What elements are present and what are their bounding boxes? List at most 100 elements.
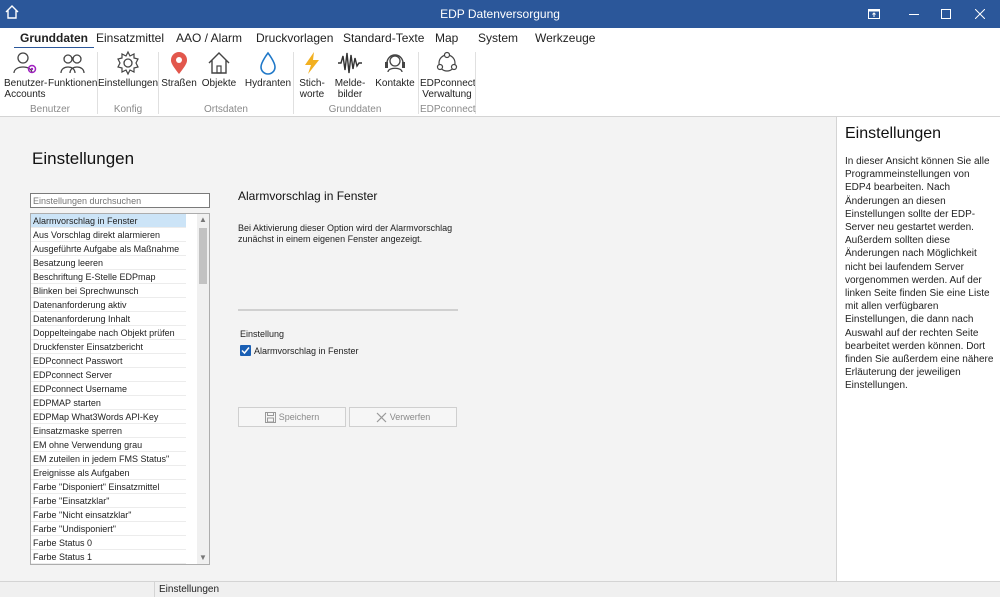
ribbon-separator [418,52,419,114]
ribbon-label: Hydranten [244,78,292,89]
stichworte-button[interactable]: Stich- worte [294,50,330,100]
ribbon-label: Objekte [201,78,237,89]
ribbon-label: bilder [337,89,363,100]
window-title: EDP Datenversorgung [440,7,560,21]
group-ortsdaten: Ortsdaten [204,104,248,115]
tab-werkzeuge[interactable]: Werkzeuge [535,31,595,45]
list-item[interactable]: Datenanforderung aktiv [31,298,186,312]
main-panel: Einstellungen Alarmvorschlag in FensterA… [0,117,836,581]
kontakte-button[interactable]: Kontakte [374,50,416,89]
list-item[interactable]: Ereignisse als Aufgaben [31,466,186,480]
funktionen-button[interactable]: Funktionen [48,50,98,89]
ribbon-label: Stich- [299,78,325,89]
status-separator [154,582,155,597]
detail-title: Alarmvorschlag in Fenster [238,189,378,203]
list-item[interactable]: Farbe "Nicht einsatzklar" [31,508,186,522]
close-icon [975,9,985,19]
list-item[interactable]: Farbe Status 1 [31,550,186,564]
save-button[interactable]: Speichern [238,407,346,427]
list-item[interactable]: Druckfenster Einsatzbericht [31,340,186,354]
group-grunddaten: Grunddaten [328,104,382,115]
discard-label: Verwerfen [389,412,431,422]
tab-standard-texte[interactable]: Standard-Texte [343,31,424,45]
ribbon-label: Verwaltung [422,89,472,100]
ribbon-label: Funktionen [48,78,98,89]
ribbon-label: EDPconnect [420,78,476,89]
list-item[interactable]: EM zuteilen in jedem FMS Status" [31,452,186,466]
ribbon: Benutzer- Accounts Funktionen Einstellun… [0,48,1000,117]
ribbon-label: Melde- [334,78,366,89]
einstellungen-button[interactable]: Einstellungen [98,50,158,89]
status-bar: Einstellungen [0,581,1000,597]
group-konfig: Konfig [113,104,143,115]
waveform-icon [338,52,362,74]
discard-button[interactable]: Verwerfen [349,407,457,427]
list-item[interactable]: Alarmvorschlag in Fenster [31,214,186,228]
list-item[interactable]: Farbe Status 0 [31,536,186,550]
alarmvorschlag-checkbox[interactable]: Alarmvorschlag in Fenster [240,345,359,356]
edpconnect-verwaltung-button[interactable]: EDPconnect Verwaltung [420,50,476,100]
ribbon-label: Kontakte [375,78,415,89]
group-benutzer: Benutzer [29,104,71,115]
close-button[interactable] [960,0,1000,28]
title-bar: EDP Datenversorgung [0,0,1000,28]
tab-map[interactable]: Map [435,31,458,45]
tab-aao-alarm[interactable]: AAO / Alarm [176,31,242,45]
benutzer-accounts-button[interactable]: Benutzer- Accounts [4,50,48,100]
sidebar-title: Einstellungen [845,125,942,142]
meldebilder-button[interactable]: Melde- bilder [332,50,368,100]
objekte-button[interactable]: Objekte [200,50,238,89]
list-item[interactable]: Doppelteingabe nach Objekt prüfen [31,326,186,340]
detail-divider [238,309,458,311]
list-item[interactable]: EDPMap What3Words API-Key [31,410,186,424]
list-item[interactable]: Ausgeführte Aufgabe als Maßnahme [31,242,186,256]
ribbon-label: Straßen [161,78,197,89]
ribbon-label: Accounts [4,89,46,100]
list-item[interactable]: EDPMAP starten [31,396,186,410]
people-icon [60,54,85,74]
list-item[interactable]: EM ohne Verwendung grau [31,438,186,452]
list-item[interactable]: EDPconnect Username [31,382,186,396]
map-pin-icon [171,52,187,74]
floppy-disk-icon [264,411,276,423]
detail-description: Bei Aktivierung dieser Option wird der A… [238,223,453,244]
tab-druckvorlagen[interactable]: Druckvorlagen [256,31,333,45]
page-title: Einstellungen [32,149,135,168]
ribbon-label: Benutzer- [4,78,48,89]
restore-pane-button[interactable] [854,0,894,28]
house-icon [208,52,230,74]
list-item[interactable]: EDPconnect Passwort [31,354,186,368]
list-item[interactable]: Farbe "Disponiert" Einsatzmittel [31,480,186,494]
close-icon [376,412,387,422]
group-edpconnect: EDPconnect [420,104,476,115]
strassen-button[interactable]: Straßen [160,50,198,89]
list-item[interactable]: Farbe "Einsatzklar" [31,494,186,508]
gear-icon [117,50,139,76]
scroll-up-icon[interactable]: ▲ [197,214,209,226]
list-item[interactable]: Blinken bei Sprechwunsch [31,284,186,298]
setting-label: Einstellung [240,329,285,339]
settings-list[interactable]: Alarmvorschlag in Fenster Aus Vorschlag d… [30,213,210,565]
settings-search-input[interactable] [30,193,210,208]
minimize-icon [909,14,919,15]
scroll-down-icon[interactable]: ▼ [197,552,209,564]
scroll-thumb[interactable] [199,228,207,284]
users-gear-icon [13,52,37,74]
list-item[interactable]: Beschriftung E-Stelle EDPmap [31,270,186,284]
list-scrollbar[interactable]: ▲ ▼ [197,214,209,564]
water-drop-icon [260,51,276,75]
checkbox-label: Alarmvorschlag in Fenster [254,345,359,356]
list-item[interactable]: Datenanforderung Inhalt [31,312,186,326]
list-item[interactable]: Besatzung leeren [31,256,186,270]
checkbox-checked-icon[interactable] [240,345,251,356]
list-item[interactable]: Einsatzmaske sperren [31,424,186,438]
tab-einsatzmittel[interactable]: Einsatzmittel [96,31,164,45]
hydranten-button[interactable]: Hydranten [244,50,292,89]
tab-grunddaten[interactable]: Grunddaten [14,31,94,50]
network-icon [436,51,458,72]
list-item[interactable]: Aus Vorschlag direkt alarmieren [31,228,186,242]
menu-bar: Grunddaten Einsatzmittel AAO / Alarm Dru… [0,28,1000,50]
list-item[interactable]: Farbe "Undisponiert" [31,522,186,536]
tab-system[interactable]: System [478,31,518,45]
list-item[interactable]: EDPconnect Server [31,368,186,382]
